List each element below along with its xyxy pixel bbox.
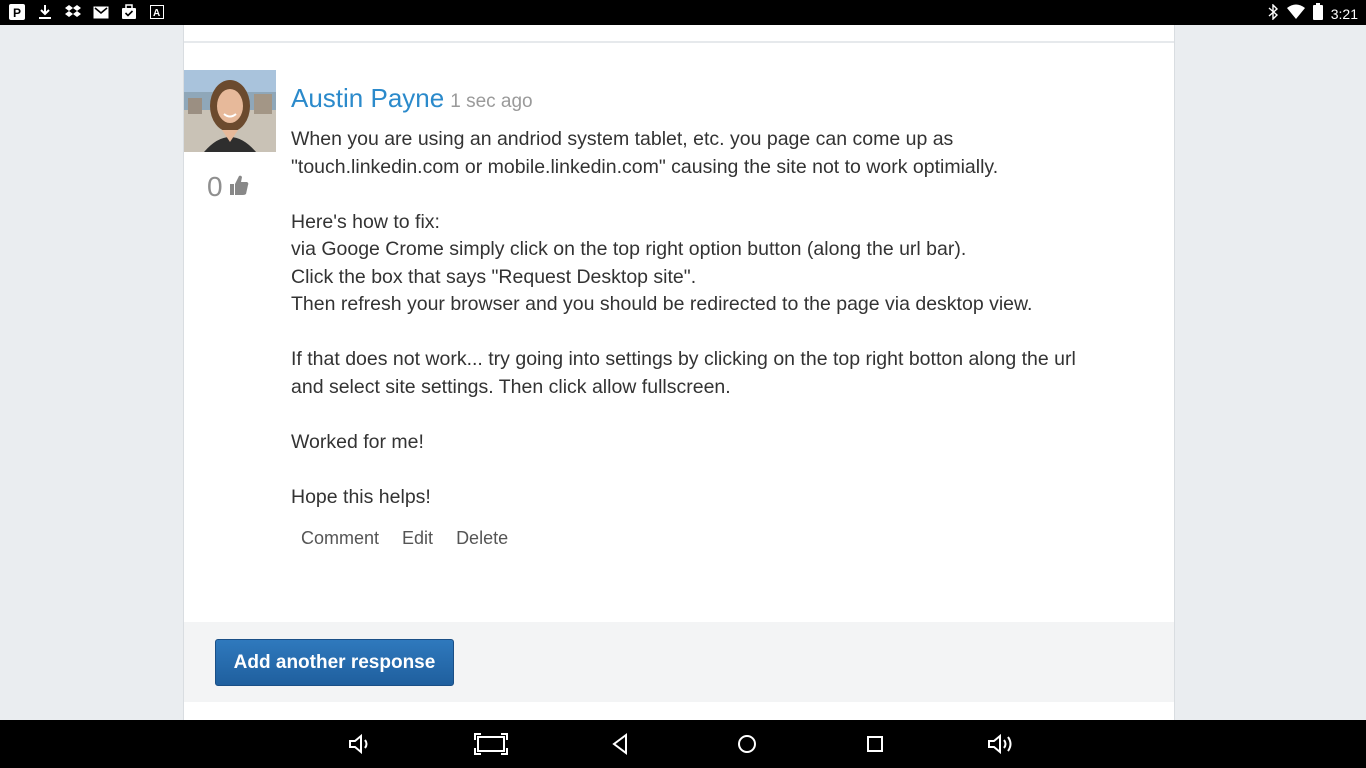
recents-icon[interactable] (860, 730, 890, 758)
system-icons: 3:21 (1267, 2, 1358, 25)
comment-link[interactable]: Comment (301, 528, 379, 549)
post-content: Austin Payne 1 sec ago When you are usin… (291, 83, 1121, 511)
back-icon[interactable] (605, 730, 635, 758)
like-counter[interactable]: 0 (207, 171, 251, 203)
delete-link[interactable]: Delete (456, 528, 508, 549)
like-count: 0 (207, 171, 223, 202)
post-actions: Comment Edit Delete (301, 528, 508, 549)
wifi-icon (1286, 4, 1305, 25)
volume-up-icon[interactable] (986, 730, 1020, 758)
bluetooth-icon (1267, 2, 1279, 25)
edit-link[interactable]: Edit (402, 528, 433, 549)
status-bar: P A 3:21 (0, 0, 1366, 25)
download-icon (36, 3, 54, 21)
post-timestamp: 1 sec ago (450, 91, 533, 112)
svg-text:A: A (153, 8, 160, 19)
gmail-icon (92, 3, 110, 21)
paragraph-intro: When you are using an andriod system tab… (291, 128, 999, 178)
svg-text:P: P (13, 6, 21, 20)
notification-icons: P A (8, 3, 166, 21)
divider (184, 41, 1174, 43)
battery-icon (1312, 3, 1323, 25)
home-icon[interactable] (732, 730, 762, 758)
post-header: Austin Payne 1 sec ago (291, 83, 1121, 114)
thumbs-up-icon[interactable] (227, 173, 251, 202)
a-app-icon: A (148, 3, 166, 21)
paragraph-alternative: If that does not work... try going into … (291, 348, 1076, 398)
paragraph-worked: Worked for me! (291, 430, 424, 453)
briefcase-check-icon (120, 3, 138, 21)
screenshot-icon[interactable] (474, 730, 508, 758)
dropbox-icon (64, 3, 82, 21)
avatar[interactable] (184, 70, 276, 152)
response-card: 0 Austin Payne 1 sec ago When you are us… (183, 25, 1175, 720)
paragraph-closing: Hope this helps! (291, 485, 431, 508)
post-body: When you are using an andriod system tab… (291, 126, 1121, 511)
paragraph-fix: Here's how to fix: via Googe Crome simpl… (291, 210, 1033, 316)
navigation-bar (0, 720, 1366, 768)
author-name-link[interactable]: Austin Payne (291, 83, 444, 114)
response-footer: Add another response (184, 622, 1174, 702)
add-another-response-button[interactable]: Add another response (215, 639, 454, 686)
parking-app-icon: P (8, 3, 26, 21)
clock: 3:21 (1330, 6, 1358, 22)
volume-down-icon[interactable] (346, 730, 376, 758)
